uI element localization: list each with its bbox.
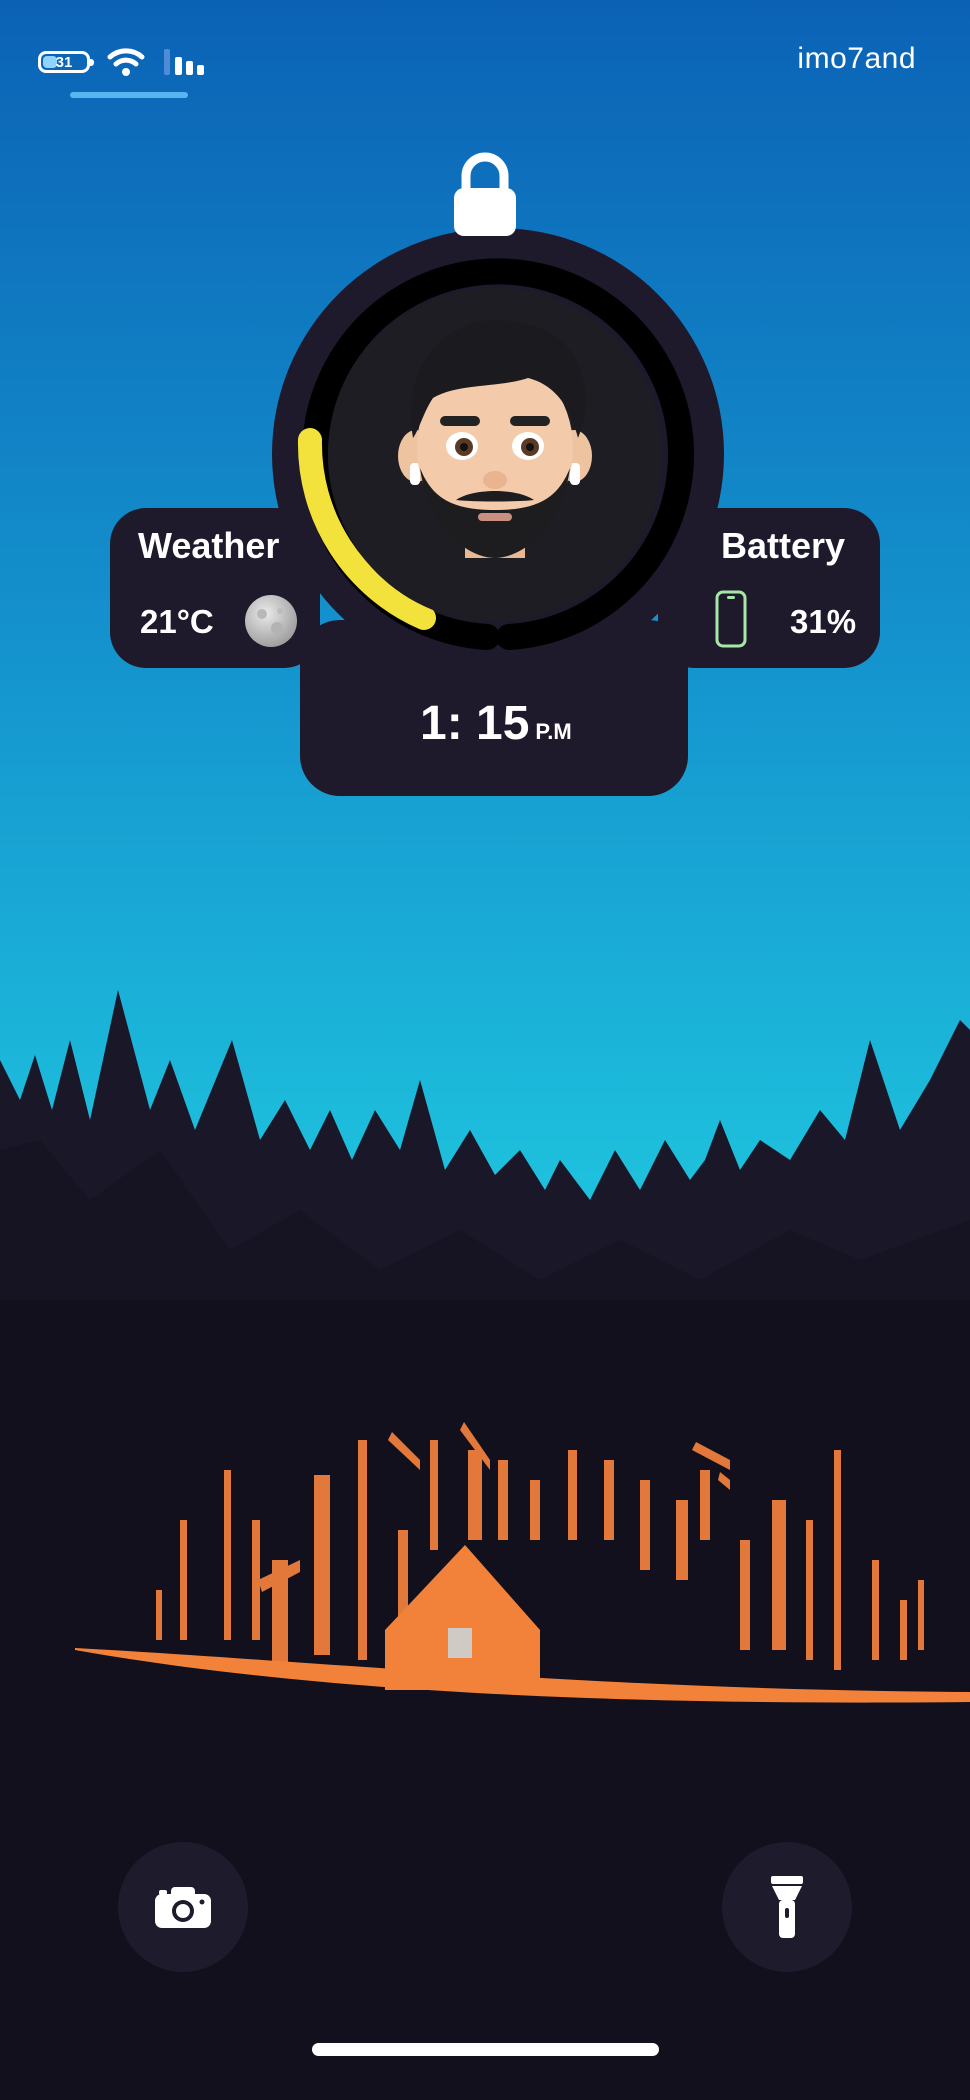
moon-icon: [245, 595, 297, 647]
camera-button[interactable]: [118, 1842, 248, 1972]
home-indicator[interactable]: [312, 2043, 659, 2056]
wifi-icon: [107, 48, 145, 76]
time-ampm: P.M: [535, 719, 572, 744]
battery-title: Battery: [721, 525, 846, 566]
avatar[interactable]: [328, 288, 662, 622]
flashlight-icon: [771, 1876, 803, 1938]
status-indicator-underline: [70, 92, 188, 98]
lock-icon[interactable]: [452, 150, 518, 240]
time-value: 1: 15: [420, 697, 530, 750]
battery-level-text: 31: [55, 53, 73, 71]
camera-icon: [155, 1887, 211, 1928]
weather-temperature: 21°C: [140, 603, 214, 640]
flashlight-button[interactable]: [722, 1842, 852, 1972]
status-bar-left: 31: [38, 42, 206, 82]
lock-screen-time: 1: 15 P.M: [420, 696, 572, 751]
memoji-avatar-icon: [398, 319, 592, 558]
cellular-signal-icon: [164, 49, 204, 75]
weather-title: Weather: [138, 525, 280, 566]
phone-icon: [715, 590, 747, 648]
battery-percent: 31%: [790, 603, 857, 640]
carrier-name: imo7and: [797, 42, 916, 75]
battery-status-icon: 31: [38, 51, 94, 73]
